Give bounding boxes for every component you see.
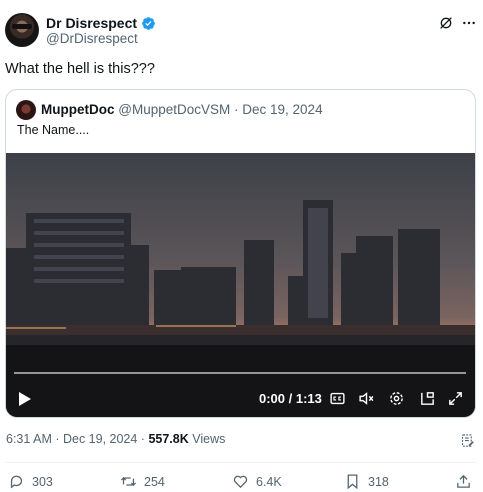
- author-avatar[interactable]: [5, 13, 39, 47]
- more-icon[interactable]: [461, 15, 477, 31]
- bookmark-icon: [347, 474, 358, 490]
- captions-icon[interactable]: [329, 390, 346, 407]
- author-display-name[interactable]: Dr Disrespect: [46, 15, 137, 31]
- views-label: Views: [188, 432, 226, 446]
- video-frame: [6, 200, 475, 417]
- video-progress-bar[interactable]: [14, 372, 466, 374]
- quote-header: MuppetDoc @MuppetDocVSM · Dec 19, 2024: [41, 102, 323, 117]
- author-name-row[interactable]: Dr Disrespect: [46, 15, 156, 31]
- reply-button[interactable]: 303: [8, 473, 53, 490]
- tweet-meta: 6:31 AM · Dec 19, 2024 · 557.8K Views: [6, 432, 225, 446]
- repost-button[interactable]: 254: [120, 473, 165, 490]
- settings-icon[interactable]: [388, 390, 405, 407]
- quote-date[interactable]: · Dec 19, 2024: [230, 102, 323, 117]
- repost-icon: [120, 477, 137, 486]
- reply-count: 303: [32, 474, 53, 489]
- grok-icon[interactable]: [438, 15, 454, 31]
- bookmark-count: 318: [368, 474, 389, 489]
- pip-icon[interactable]: [419, 390, 436, 407]
- mute-icon[interactable]: [358, 390, 375, 407]
- fullscreen-icon[interactable]: [447, 390, 464, 407]
- quote-text: The Name....: [17, 123, 90, 137]
- quote-avatar[interactable]: [16, 100, 36, 120]
- reply-icon: [10, 475, 23, 489]
- share-icon: [457, 474, 470, 488]
- author-handle[interactable]: @DrDisrespect: [46, 31, 138, 46]
- tweet-timestamp[interactable]: 6:31 AM · Dec 19, 2024 ·: [6, 432, 148, 446]
- like-count: 6.4K: [256, 474, 282, 489]
- like-icon: [233, 475, 248, 489]
- community-notes-icon[interactable]: [460, 433, 475, 448]
- like-button[interactable]: 6.4K: [232, 473, 282, 490]
- video-time: 0:00 / 1:13: [259, 391, 322, 406]
- quote-handle[interactable]: @MuppetDocVSM: [118, 102, 230, 117]
- verified-icon: [142, 16, 155, 30]
- repost-count: 254: [144, 474, 165, 489]
- tweet-text: What the hell is this???: [5, 61, 155, 77]
- share-button[interactable]: [455, 473, 472, 490]
- play-icon[interactable]: [18, 391, 32, 407]
- quoted-tweet[interactable]: MuppetDoc @MuppetDocVSM · Dec 19, 2024 T…: [5, 89, 476, 418]
- bookmark-button[interactable]: 318: [344, 473, 389, 490]
- divider: [5, 462, 476, 463]
- video-player[interactable]: 0:00 / 1:13: [6, 153, 475, 417]
- views-count: 557.8K: [148, 432, 189, 446]
- quote-display-name[interactable]: MuppetDoc: [41, 102, 115, 117]
